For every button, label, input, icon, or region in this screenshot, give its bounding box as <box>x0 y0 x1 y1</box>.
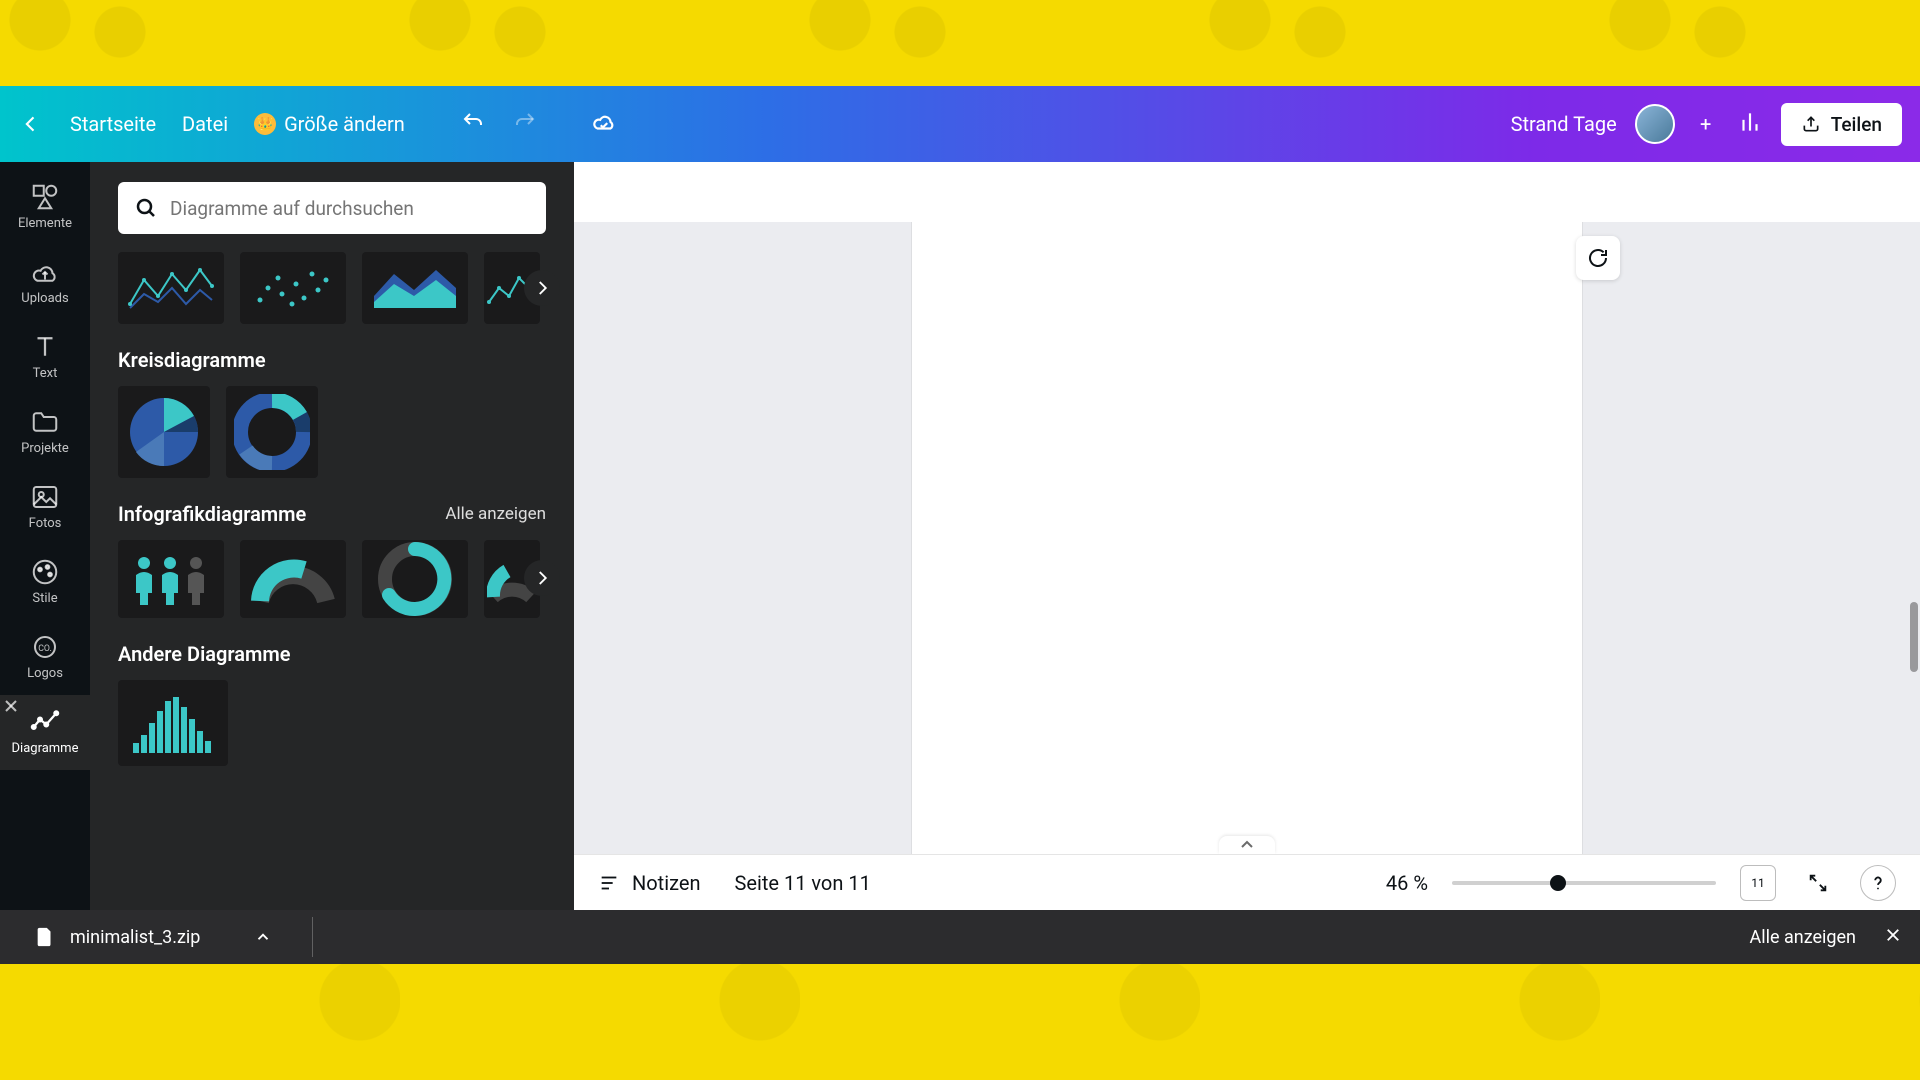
infographic-section: Infografikdiagramme Alle anzeigen <box>118 502 546 618</box>
rail-logos[interactable]: CO. Logos <box>0 620 90 695</box>
document-title[interactable]: Strand Tage <box>1511 112 1617 136</box>
refresh-button[interactable] <box>1576 236 1620 280</box>
charts-panel: Kreisdiagramme Infografikdiagramme Alle … <box>90 162 574 910</box>
infographic-row-next-button[interactable] <box>524 560 560 596</box>
file-menu[interactable]: Datei <box>182 112 228 136</box>
file-icon <box>34 926 56 948</box>
sync-status-icon[interactable] <box>591 109 617 139</box>
progress-ring-thumb[interactable] <box>362 540 468 618</box>
resize-label: Größe ändern <box>284 112 405 136</box>
page-counter[interactable]: Seite 11 von 11 <box>735 871 871 895</box>
notes-label: Notizen <box>632 871 701 895</box>
canvas-page[interactable] <box>912 222 1582 854</box>
download-bar: minimalist_3.zip Alle anzeigen <box>0 910 1920 964</box>
download-divider <box>312 917 313 957</box>
resize-button[interactable]: 👑 Größe ändern <box>254 112 405 136</box>
grid-view-count: 11 <box>1751 876 1765 890</box>
pie-charts-section: Kreisdiagramme <box>118 348 546 478</box>
download-show-all[interactable]: Alle anzeigen <box>1749 927 1856 948</box>
rail-projects-label: Projekte <box>21 441 69 456</box>
search-input[interactable] <box>170 197 530 220</box>
download-filename: minimalist_3.zip <box>70 927 200 948</box>
bottom-bar-right: 46 % 11 <box>1386 865 1896 901</box>
rail-styles[interactable]: Stile <box>0 545 90 620</box>
histogram-thumb[interactable] <box>118 680 228 766</box>
home-link[interactable]: Startseite <box>70 112 156 136</box>
undo-button[interactable] <box>461 110 485 138</box>
zoom-percentage[interactable]: 46 % <box>1386 871 1428 895</box>
half-donut-thumb[interactable] <box>240 540 346 618</box>
zoom-slider-handle[interactable] <box>1550 875 1566 891</box>
other-section-title: Andere Diagramme <box>118 642 291 666</box>
rail-photos-label: Fotos <box>29 516 62 531</box>
rail-projects[interactable]: Projekte <box>0 395 90 470</box>
share-label: Teilen <box>1831 113 1882 136</box>
main-area: Elemente Uploads Text Projekte Fotos Sti… <box>0 162 1920 910</box>
line-charts-row <box>118 252 546 324</box>
back-arrow-icon[interactable] <box>18 111 44 137</box>
line-chart-thumb-1[interactable] <box>118 252 224 324</box>
download-bar-right: Alle anzeigen <box>1749 926 1902 948</box>
app-window: Startseite Datei 👑 Größe ändern Strand T… <box>0 86 1920 910</box>
page-strip-toggle[interactable] <box>1219 836 1275 854</box>
notes-button[interactable]: Notizen <box>598 871 701 895</box>
crown-icon: 👑 <box>254 113 276 135</box>
chevron-up-icon <box>254 928 272 946</box>
fullscreen-button[interactable] <box>1800 865 1836 901</box>
grid-view-button[interactable]: 11 <box>1740 865 1776 901</box>
canvas-viewport[interactable] <box>574 222 1920 854</box>
top-bar-right: Strand Tage + Teilen <box>1511 103 1902 146</box>
search-field[interactable] <box>118 182 546 234</box>
donut-chart-thumb[interactable] <box>226 386 318 478</box>
search-icon <box>134 196 158 220</box>
download-chip[interactable]: minimalist_3.zip <box>18 918 288 956</box>
rail-photos[interactable]: Fotos <box>0 470 90 545</box>
area-chart-thumb[interactable] <box>362 252 468 324</box>
scatter-chart-thumb[interactable] <box>240 252 346 324</box>
infographic-section-title: Infografikdiagramme <box>118 502 306 526</box>
rail-charts-label: Diagramme <box>12 741 79 756</box>
pictogram-thumb[interactable] <box>118 540 224 618</box>
infographic-see-all[interactable]: Alle anzeigen <box>445 504 546 524</box>
bottom-bar: Notizen Seite 11 von 11 46 % 11 <box>574 854 1920 910</box>
vertical-scrollbar[interactable] <box>1910 602 1918 672</box>
panel-collapse-button[interactable] <box>572 498 574 574</box>
canvas-area: Notizen Seite 11 von 11 46 % 11 <box>574 162 1920 910</box>
side-rail: Elemente Uploads Text Projekte Fotos Sti… <box>0 162 90 910</box>
insights-button[interactable] <box>1737 109 1763 139</box>
rail-elements[interactable]: Elemente <box>0 170 90 245</box>
rail-text[interactable]: Text <box>0 320 90 395</box>
help-button[interactable] <box>1860 865 1896 901</box>
rail-logos-label: Logos <box>27 666 63 681</box>
pie-chart-thumb[interactable] <box>118 386 210 478</box>
rail-uploads[interactable]: Uploads <box>0 245 90 320</box>
download-close-button[interactable] <box>1884 926 1902 948</box>
other-charts-section: Andere Diagramme <box>118 642 546 766</box>
add-collaborator-button[interactable]: + <box>1693 111 1719 137</box>
rail-styles-label: Stile <box>32 591 57 606</box>
rail-uploads-label: Uploads <box>21 291 68 306</box>
zoom-slider[interactable] <box>1452 881 1716 885</box>
rail-elements-label: Elemente <box>18 216 72 231</box>
share-button[interactable]: Teilen <box>1781 103 1902 146</box>
top-bar-left: Startseite Datei 👑 Größe ändern <box>18 109 617 139</box>
rail-text-label: Text <box>33 366 58 381</box>
svg-text:CO.: CO. <box>38 644 52 654</box>
pie-section-title: Kreisdiagramme <box>118 348 266 372</box>
undo-redo-group <box>461 110 537 138</box>
rail-close-icon[interactable] <box>4 699 18 713</box>
user-avatar[interactable] <box>1635 104 1675 144</box>
rail-charts[interactable]: Diagramme <box>0 695 90 770</box>
redo-button[interactable] <box>513 110 537 138</box>
canvas-toolbar <box>574 162 1920 222</box>
line-row-next-button[interactable] <box>524 270 560 306</box>
top-bar: Startseite Datei 👑 Größe ändern Strand T… <box>0 86 1920 162</box>
